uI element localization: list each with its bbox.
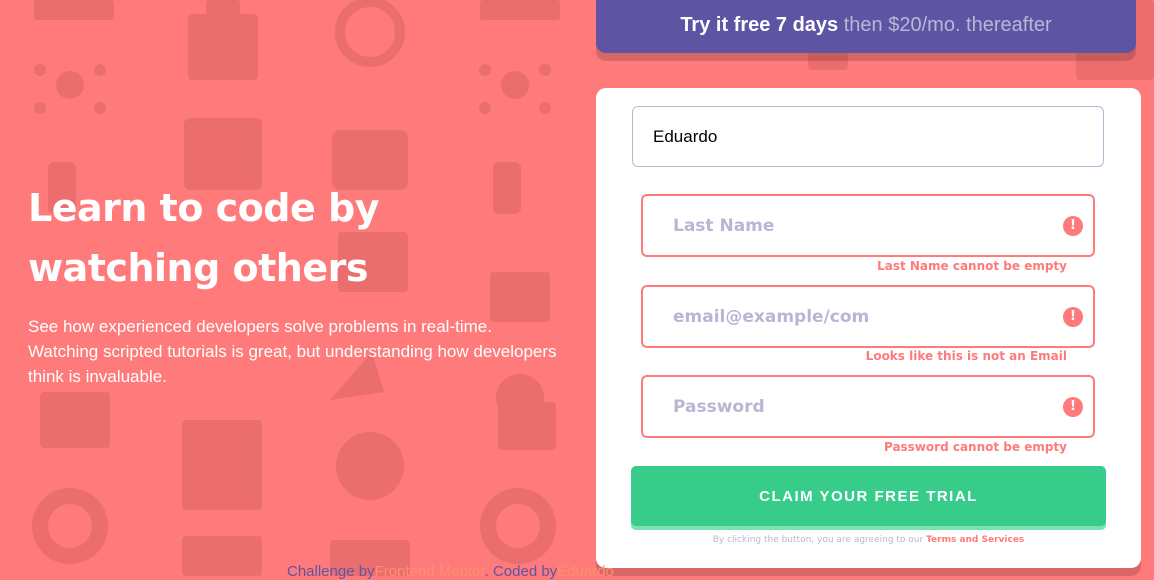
signup-form: ! Last Name cannot be empty ! Looks like…: [596, 88, 1141, 568]
promo-banner: Try it free 7 days then $20/mo. thereaft…: [596, 0, 1136, 53]
email-input[interactable]: [643, 287, 1093, 346]
first-name-input[interactable]: [633, 107, 1103, 166]
intro-section: Learn to code by watching others See how…: [28, 178, 568, 389]
email-error: Looks like this is not an Email: [865, 349, 1067, 363]
password-input[interactable]: [643, 377, 1093, 436]
terms-notice: By clicking the button, you are agreeing…: [596, 535, 1141, 545]
intro-heading: Learn to code by watching others: [28, 186, 379, 290]
terms-link[interactable]: Terms and Services: [926, 535, 1024, 545]
first-name-field: [632, 106, 1104, 167]
promo-light-text: then $20/mo. thereafter: [843, 14, 1052, 36]
error-icon: !: [1063, 396, 1083, 417]
intro-body: See how experienced developers solve pro…: [28, 317, 557, 386]
last-name-field: !: [641, 194, 1095, 257]
attribution-prefix: Challenge by: [287, 563, 375, 580]
frontend-mentor-link[interactable]: Frontend Mentor: [375, 563, 485, 580]
error-icon: !: [1063, 215, 1083, 236]
error-icon: !: [1063, 306, 1083, 327]
author-link[interactable]: Eduardo: [557, 563, 614, 580]
last-name-input[interactable]: [643, 196, 1093, 255]
attribution: Challenge byFrontend Mentor. Coded byEdu…: [287, 563, 614, 580]
attribution-middle: . Coded by: [484, 563, 558, 580]
terms-prefix: By clicking the button, you are agreeing…: [712, 535, 924, 545]
promo-bold-text: Try it free 7 days: [680, 14, 839, 36]
claim-trial-button[interactable]: CLAIM YOUR FREE TRIAL: [631, 466, 1106, 526]
password-error: Password cannot be empty: [883, 440, 1067, 454]
password-field: !: [641, 375, 1095, 438]
email-field: !: [641, 285, 1095, 348]
last-name-error: Last Name cannot be empty: [877, 259, 1067, 273]
